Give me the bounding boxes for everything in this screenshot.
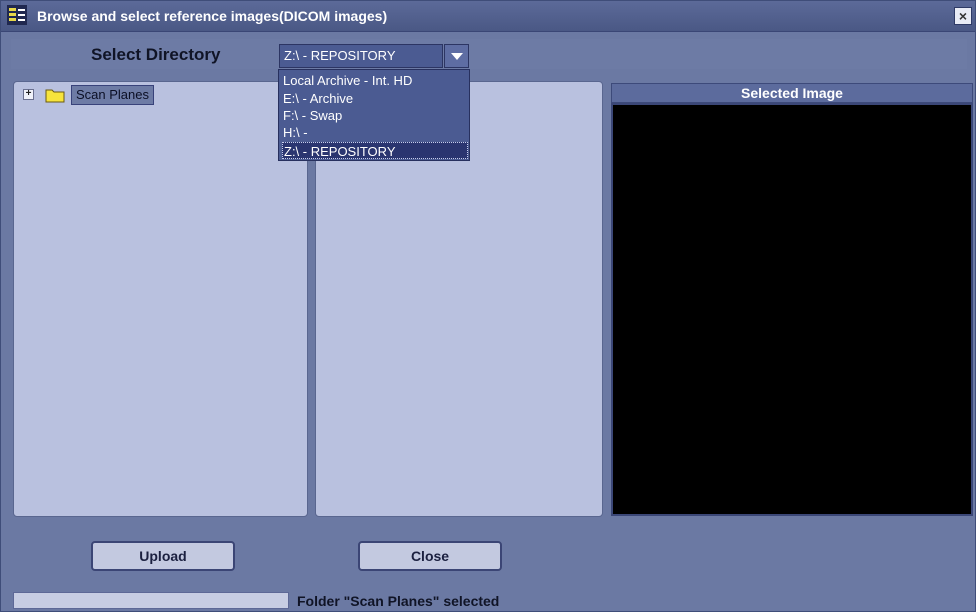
folder-tree-pane[interactable] xyxy=(13,81,308,517)
expand-icon[interactable]: + xyxy=(23,89,34,100)
folder-icon xyxy=(45,89,65,103)
window-title: Browse and select reference images(DICOM… xyxy=(37,8,388,24)
window-close-icon[interactable]: × xyxy=(954,7,972,25)
directory-dropdown-list: Local Archive - Int. HD E:\ - Archive F:… xyxy=(278,69,470,161)
upload-button[interactable]: Upload xyxy=(91,541,235,571)
progress-bar xyxy=(13,592,289,609)
status-message: Folder "Scan Planes" selected xyxy=(297,593,500,609)
dicom-browser-window: Browse and select reference images(DICOM… xyxy=(0,0,976,612)
dropdown-option[interactable]: Local Archive - Int. HD xyxy=(282,72,468,89)
dropdown-option[interactable]: F:\ - Swap xyxy=(282,107,468,124)
directory-dropdown[interactable]: Z:\ - REPOSITORY xyxy=(279,44,443,68)
dropdown-option[interactable]: H:\ - xyxy=(282,124,468,141)
app-icon xyxy=(7,5,27,25)
close-button[interactable]: Close xyxy=(358,541,502,571)
selected-image-header: Selected Image xyxy=(611,83,973,103)
dropdown-arrow-icon[interactable] xyxy=(444,44,469,68)
select-directory-label: Select Directory xyxy=(91,45,221,64)
dropdown-option-selected[interactable]: Z:\ - REPOSITORY xyxy=(282,142,468,159)
title-bar: Browse and select reference images(DICOM… xyxy=(1,1,975,32)
selected-image-preview xyxy=(611,103,973,516)
dropdown-option[interactable]: E:\ - Archive xyxy=(282,90,468,107)
tree-item-label[interactable]: Scan Planes xyxy=(71,85,154,105)
